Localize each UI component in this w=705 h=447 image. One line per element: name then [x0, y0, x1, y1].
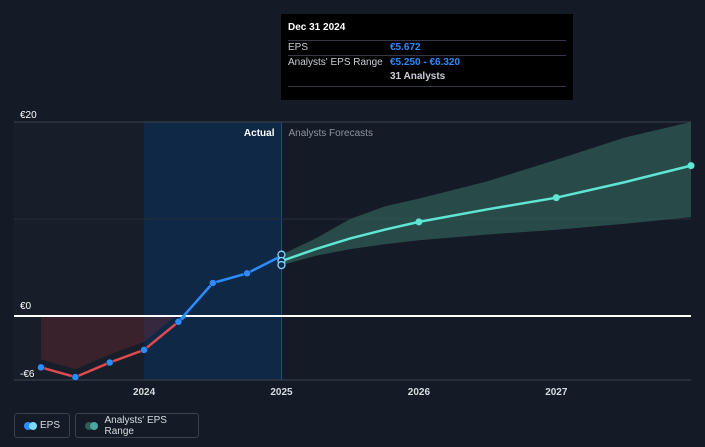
legend-range[interactable]: Analysts' EPS Range [75, 413, 199, 438]
range-legend-icon [85, 421, 98, 430]
x-axis-labels: 2024 2025 2026 2027 [133, 387, 568, 398]
tooltip: Dec 31 2024 EPS €5.672 Analysts' EPS Ran… [281, 14, 573, 100]
tooltip-date: Dec 31 2024 [288, 22, 346, 33]
forecast-label: Analysts Forecasts [288, 128, 372, 139]
range-band-area [281, 122, 691, 266]
eps-point [71, 373, 80, 381]
tooltip-eps-label: EPS [288, 42, 309, 53]
eps-legend-icon [24, 421, 37, 430]
tooltip-analysts-row: 31 Analysts [288, 70, 566, 87]
tooltip-eps-row: EPS €5.672 [288, 40, 566, 55]
legend-eps[interactable]: EPS [14, 413, 70, 438]
forecast-point [415, 218, 423, 226]
eps-point [174, 318, 183, 326]
tooltip-range-row: Analysts' EPS Range €5.250 - €6.320 [288, 55, 566, 70]
tooltip-eps-value: €5.672 [390, 42, 421, 53]
eps-point [140, 346, 148, 354]
y-tick-label: -€6 [20, 369, 35, 380]
tooltip-range-value: €5.250 - €6.320 [390, 57, 461, 68]
tooltip-range-label: Analysts' EPS Range [288, 57, 383, 68]
forecast-point [552, 194, 560, 202]
highlight-shade [144, 122, 282, 380]
range-band [281, 122, 691, 266]
x-tick-label: 2025 [270, 387, 293, 398]
tooltip-analysts: 31 Analysts [390, 71, 446, 82]
eps-point [37, 363, 45, 372]
forecast-point [687, 162, 695, 170]
eps-point [209, 279, 217, 287]
x-tick-label: 2024 [133, 387, 156, 398]
legend-eps-label: EPS [39, 420, 60, 431]
x-tick-label: 2026 [408, 387, 431, 398]
legend-range-label: Analysts' EPS Range [104, 414, 167, 437]
range-low-point [277, 260, 286, 270]
x-tick-label: 2027 [545, 387, 568, 398]
eps-point [105, 358, 114, 367]
y-tick-label: €0 [20, 301, 32, 312]
eps-point [243, 269, 251, 278]
actual-label: Actual [244, 128, 275, 139]
y-tick-label: €20 [20, 110, 37, 121]
